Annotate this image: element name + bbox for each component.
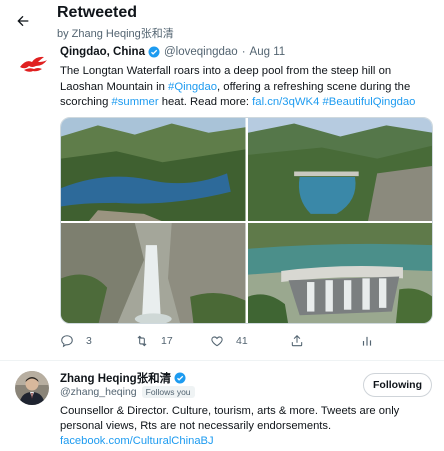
analytics-icon [362, 336, 372, 346]
back-arrow-icon [17, 15, 29, 27]
dam-lake-photo[interactable] [247, 118, 432, 222]
page-title: Retweeted [57, 4, 138, 21]
hashtag-summer[interactable]: #summer [112, 96, 159, 108]
tweet-header: Qingdao, China @loveqingdao · Aug 11 [60, 46, 285, 58]
share-icon [291, 335, 303, 347]
bio-text: Counsellor & Director. Culture, tourism,… [60, 405, 400, 432]
hashtag-beautifulqingdao[interactable]: #BeautifulQingdao [323, 96, 416, 108]
analytics-button[interactable] [360, 334, 386, 348]
separator-dot: · [241, 46, 246, 58]
header: Retweeted by Zhang Heqing张和清 [0, 0, 444, 44]
profile-handle[interactable]: @zhang_heqing [60, 386, 137, 398]
verified-badge-icon [148, 46, 160, 58]
following-button[interactable]: Following [363, 373, 432, 397]
reply-count: 3 [86, 335, 92, 347]
read-more-link[interactable]: fal.cn/3qWK4 [252, 96, 319, 108]
dam-spillway-photo[interactable] [247, 223, 432, 323]
follows-you-badge: Follows you [141, 386, 195, 398]
author-handle[interactable]: @loveqingdao [164, 46, 238, 58]
back-button[interactable] [10, 8, 36, 34]
media-grid [60, 117, 433, 324]
retweeted-by-label: by Zhang Heqing张和清 [57, 28, 174, 40]
retweeter-profile-card: Zhang Heqing张和清 @zhang_heqing Follows yo… [0, 361, 444, 451]
waterfall-photo[interactable] [61, 223, 246, 323]
tweet-text: The Longtan Waterfall roars into a deep … [60, 64, 432, 111]
retweet-count: 17 [161, 335, 173, 347]
tweet-date[interactable]: Aug 11 [250, 46, 286, 58]
avatar[interactable] [15, 371, 49, 405]
like-button[interactable]: 41 [210, 334, 248, 348]
retweet-button[interactable]: 17 [135, 334, 173, 348]
like-count: 41 [236, 335, 248, 347]
profile-name-row: Zhang Heqing张和清 [60, 370, 186, 386]
tweet-actions: 3 17 41 [60, 334, 433, 354]
hashtag-qingdao[interactable]: #Qingdao [168, 81, 217, 93]
profile-handle-row: @zhang_heqing Follows you [60, 386, 195, 398]
verified-badge-icon [174, 372, 186, 384]
tweet[interactable]: Qingdao, China @loveqingdao · Aug 11 The… [0, 44, 444, 360]
author-name[interactable]: Qingdao, China [60, 46, 145, 58]
bio-link[interactable]: facebook.com/CulturalChinaBJ [60, 434, 440, 449]
retweet-icon [137, 335, 147, 347]
share-button[interactable] [290, 334, 316, 348]
profile-bio: Counsellor & Director. Culture, tourism,… [60, 404, 440, 449]
reservoir-photo[interactable] [61, 118, 246, 222]
heart-icon [211, 336, 223, 347]
qingdao-logo-icon [20, 56, 47, 72]
reply-button[interactable]: 3 [60, 334, 92, 348]
author-avatar[interactable] [17, 48, 49, 80]
reply-icon [61, 335, 73, 348]
tweet-text-part: heat. Read more: [158, 96, 253, 108]
profile-name[interactable]: Zhang Heqing张和清 [60, 370, 171, 386]
